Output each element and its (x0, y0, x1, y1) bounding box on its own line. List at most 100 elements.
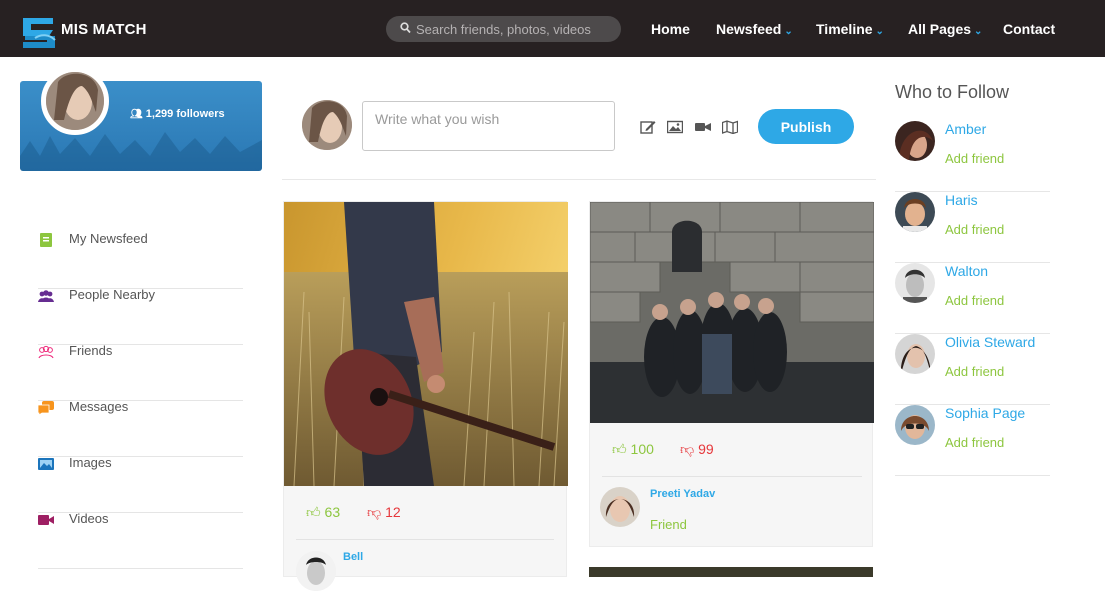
add-friend-link[interactable]: Add friend (945, 435, 1004, 450)
user-add-icon: 👥︎ (130, 109, 143, 120)
nav-newsfeed-label: Newsfeed (716, 21, 782, 37)
follow-avatar[interactable] (895, 263, 935, 303)
dislike-count-value: 12 (385, 504, 401, 520)
follow-suggestion: Olivia Steward Add friend (895, 334, 1050, 405)
olivia-photo (895, 334, 935, 374)
thumbs-down-icon: 👎︎ (680, 441, 695, 457)
add-friend-link[interactable]: Add friend (945, 293, 1004, 308)
nav-home-label: Home (651, 21, 690, 37)
sidebar-item-people-nearby[interactable]: People Nearby (38, 287, 243, 345)
image-icon[interactable] (667, 120, 683, 134)
profile-photo (46, 72, 104, 130)
sidebar-item-friends[interactable]: Friends (38, 343, 243, 401)
sidebar-item-label: Friends (69, 343, 113, 358)
thumbs-up-icon: 👍︎ (612, 441, 627, 457)
chevron-down-icon: ⌄ (974, 26, 983, 37)
top-navbar: MIS MATCH Home Newsfeed⌄ Timeline⌄ All P… (0, 0, 1105, 57)
like-count[interactable]: 👍︎ 63 (306, 504, 340, 521)
nav-timeline-label: Timeline (816, 21, 873, 37)
post-composer-input[interactable] (362, 101, 615, 151)
dislike-count[interactable]: 👎︎ 99 (680, 441, 714, 458)
follow-name[interactable]: Haris (945, 192, 978, 208)
thumbs-down-icon: 👎︎ (367, 504, 382, 520)
post-card: 👍︎ 63 👎︎ 12 Bell (283, 201, 568, 591)
guitar-field-photo (284, 202, 568, 486)
videos-icon (38, 515, 54, 525)
post-author-avatar[interactable] (600, 487, 640, 527)
post-image[interactable] (284, 202, 568, 486)
brand-name[interactable]: MIS MATCH (61, 21, 147, 38)
post-author-relation: Friend (650, 517, 687, 532)
sophia-photo (895, 405, 935, 445)
amber-photo (895, 121, 935, 161)
sidebar-item-label: Messages (69, 399, 129, 414)
post-image[interactable] (590, 202, 874, 423)
post-author-name[interactable]: Bell (343, 551, 363, 563)
sidebar-item-newsfeed[interactable]: My Newsfeed (38, 231, 243, 289)
follow-name[interactable]: Amber (945, 121, 986, 137)
post-card (589, 567, 873, 577)
nav-newsfeed[interactable]: Newsfeed ⌄ (716, 21, 793, 37)
add-friend-link[interactable]: Add friend (945, 364, 1004, 379)
images-icon (38, 458, 54, 470)
logo-icon[interactable] (19, 14, 59, 52)
haris-photo (895, 192, 935, 232)
nav-contact[interactable]: Contact (1003, 21, 1055, 37)
map-icon[interactable] (722, 120, 738, 134)
composer-divider (282, 179, 876, 180)
composer-avatar[interactable] (302, 100, 352, 150)
post-divider (602, 476, 862, 477)
edit-icon[interactable] (640, 120, 656, 134)
follow-avatar[interactable] (895, 334, 935, 374)
nav-all-pages[interactable]: All Pages ⌄ (908, 21, 982, 37)
nav-timeline[interactable]: Timeline ⌄ (816, 21, 884, 37)
follow-avatar[interactable] (895, 405, 935, 445)
add-friend-link[interactable]: Add friend (945, 222, 1004, 237)
post-author-avatar[interactable] (296, 551, 336, 591)
newsfeed-icon (40, 233, 52, 247)
dislike-count[interactable]: 👎︎ 12 (367, 504, 401, 521)
video-icon[interactable] (695, 120, 711, 134)
followers-text: 1,299 followers (145, 108, 225, 120)
user-photo (302, 100, 352, 150)
follow-suggestion: Sophia Page Add friend (895, 405, 1050, 476)
follow-suggestion: Walton Add friend (895, 263, 1050, 334)
post-card: 👍︎ 100 👎︎ 99 Preeti Yadav Friend (589, 201, 874, 547)
walton-photo (895, 263, 935, 303)
follow-avatar[interactable] (895, 192, 935, 232)
group-selfie-photo (590, 202, 874, 423)
nav-home[interactable]: Home (651, 21, 690, 37)
follow-avatar[interactable] (895, 121, 935, 161)
like-count-value: 100 (630, 441, 654, 457)
search-icon (400, 22, 411, 34)
people-nearby-icon (38, 290, 54, 302)
forest-background (20, 132, 262, 171)
search-box[interactable] (386, 16, 621, 42)
messages-icon (38, 401, 54, 415)
followers-count: 👥︎ 1,299 followers (130, 108, 225, 120)
search-input[interactable] (416, 20, 612, 38)
sidebar-item-images[interactable]: Images (38, 455, 243, 513)
sidebar-item-label: My Newsfeed (69, 231, 148, 246)
sidebar-item-videos[interactable]: Videos (38, 511, 243, 569)
like-count[interactable]: 👍︎ 100 (612, 441, 654, 458)
profile-avatar[interactable] (41, 67, 109, 135)
post-divider (296, 539, 554, 540)
follow-name[interactable]: Olivia Steward (945, 334, 1035, 350)
sidebar-item-messages[interactable]: Messages (38, 399, 243, 457)
follow-name[interactable]: Walton (945, 263, 988, 279)
post-author-name[interactable]: Preeti Yadav (650, 488, 715, 500)
nav-contact-label: Contact (1003, 21, 1056, 37)
dislike-count-value: 99 (698, 441, 714, 457)
chevron-down-icon: ⌄ (875, 26, 884, 37)
friends-icon (38, 345, 54, 359)
follow-name[interactable]: Sophia Page (945, 405, 1025, 421)
nav-all-pages-label: All Pages (908, 21, 972, 37)
sidebar-item-label: People Nearby (69, 287, 155, 302)
who-to-follow-title: Who to Follow (895, 82, 1010, 102)
add-friend-link[interactable]: Add friend (945, 151, 1004, 166)
like-count-value: 63 (324, 504, 341, 520)
sidebar-item-label: Videos (69, 511, 109, 526)
publish-button[interactable]: Publish (758, 109, 854, 144)
follow-suggestion: Amber Add friend (895, 121, 1050, 192)
